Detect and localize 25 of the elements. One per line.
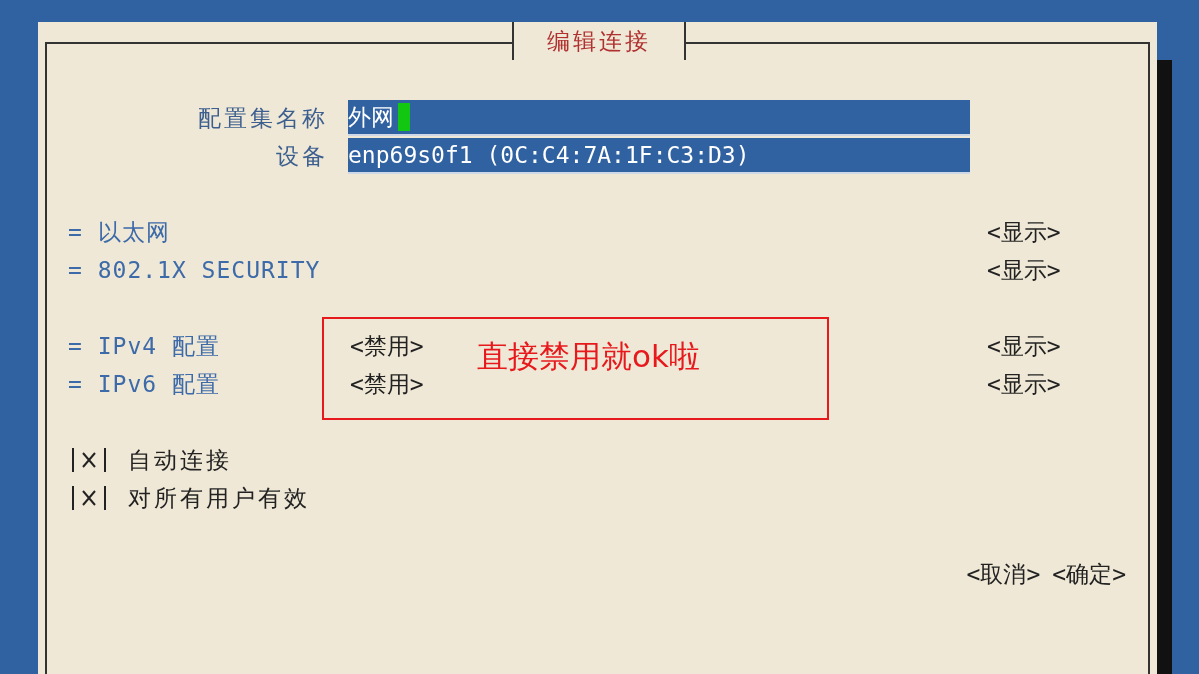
input-field[interactable]: enp69s0f1 (0C:C4:7A:1F:C3:D3) xyxy=(348,138,970,174)
annotation-text: 直接禁用就ok啦 xyxy=(477,337,700,376)
x-mark-icon xyxy=(82,452,96,468)
show-button[interactable]: <显示> xyxy=(987,254,1061,286)
x-mark-icon xyxy=(82,490,96,506)
section-header[interactable]: = IPv4 配置 xyxy=(68,330,350,362)
dialog-button[interactable]: <取消> xyxy=(966,558,1041,590)
checkbox[interactable] xyxy=(72,486,106,510)
show-button[interactable]: <显示> xyxy=(987,330,1061,362)
section-header[interactable]: = 以太网 xyxy=(68,216,350,248)
dialog-title: 编辑连接 xyxy=(512,22,686,60)
show-button[interactable]: <显示> xyxy=(987,368,1061,400)
checkbox-label: 自动连接 xyxy=(128,445,232,475)
show-button[interactable]: <显示> xyxy=(987,216,1061,248)
section-header[interactable]: = 802.1X SECURITY xyxy=(68,257,350,283)
checkbox-label: 对所有用户有效 xyxy=(128,483,310,513)
mode-button[interactable]: <禁用> xyxy=(350,332,424,359)
section-header[interactable]: = IPv6 配置 xyxy=(68,368,350,400)
dialog-button[interactable]: <确定> xyxy=(1052,558,1126,590)
input-field[interactable]: 外网 xyxy=(348,100,970,136)
field-label: 设备 xyxy=(275,141,328,171)
text-cursor xyxy=(398,103,410,131)
field-label: 配置集名称 xyxy=(197,103,328,133)
mode-button[interactable]: <禁用> xyxy=(350,370,424,397)
checkbox[interactable] xyxy=(72,448,106,472)
